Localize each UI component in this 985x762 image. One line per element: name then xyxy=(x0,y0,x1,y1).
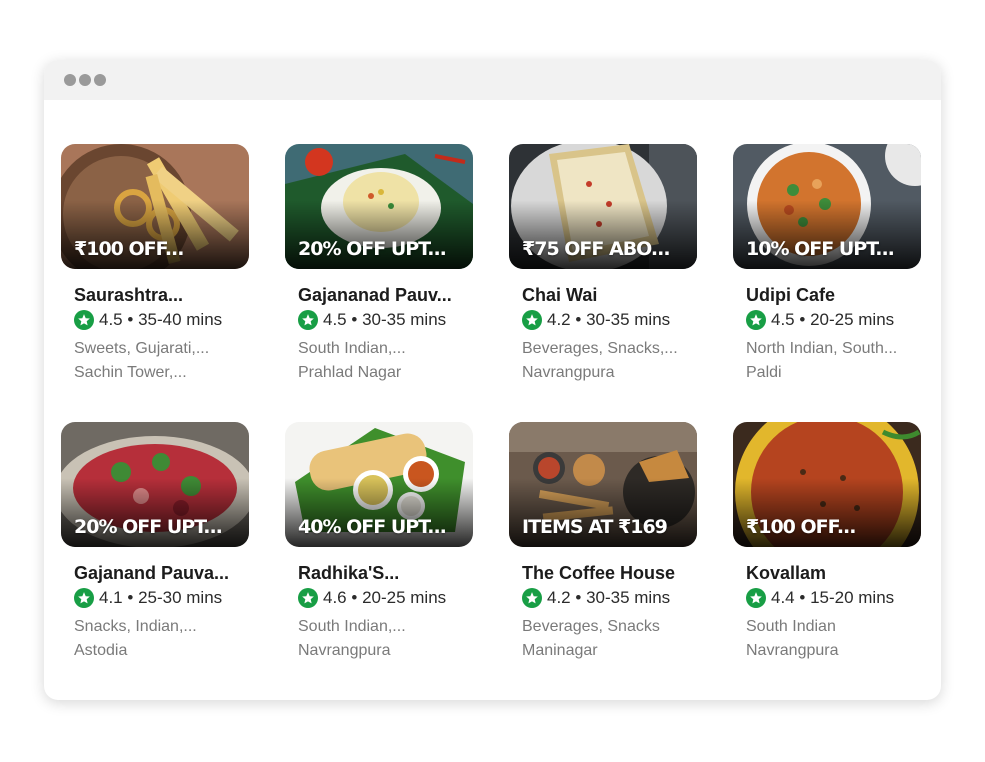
restaurant-card[interactable]: 40% OFF UPT... Radhika'S... 4.6 • 20-25 … xyxy=(285,422,473,662)
offer-label: 20% OFF UPT... xyxy=(74,516,223,538)
area-text: Maninagar xyxy=(522,642,598,659)
restaurant-image[interactable]: ₹100 OFF... xyxy=(733,422,921,547)
restaurant-image[interactable]: ITEMS AT ₹169 xyxy=(509,422,697,547)
separator: • xyxy=(127,588,134,607)
offer-label: ₹75 OFF ABO... xyxy=(522,238,671,260)
star-icon xyxy=(522,310,542,330)
window-dot-icon[interactable] xyxy=(64,74,76,86)
rating-value: 4.5 xyxy=(323,310,347,329)
delivery-time: 15-20 mins xyxy=(810,588,895,607)
cuisine-text: North Indian, South... xyxy=(746,340,898,357)
offer-label: 40% OFF UPT... xyxy=(298,516,447,538)
area-text: Prahlad Nagar xyxy=(298,364,402,381)
cuisine-text: South Indian,... xyxy=(298,340,406,357)
rating-row: 4.5 • 20-25 mins xyxy=(746,310,894,330)
area-text: Astodia xyxy=(74,642,128,659)
restaurant-image[interactable]: 20% OFF UPT... xyxy=(285,144,473,269)
restaurant-card[interactable]: ₹75 OFF ABO... Chai Wai 4.2 • 30-35 mins… xyxy=(509,144,697,384)
restaurant-card[interactable]: 10% OFF UPT... Udipi Cafe 4.5 • 20-25 mi… xyxy=(733,144,921,384)
restaurant-name[interactable]: Gajananad Pauv... xyxy=(298,285,473,306)
restaurant-name[interactable]: Chai Wai xyxy=(522,285,697,306)
separator: • xyxy=(351,310,358,329)
rating-row: 4.2 • 30-35 mins xyxy=(522,310,670,330)
restaurant-name[interactable]: The Coffee House xyxy=(522,563,697,584)
offer-label: 10% OFF UPT... xyxy=(746,238,895,260)
star-icon xyxy=(298,310,318,330)
star-icon xyxy=(298,588,318,608)
star-icon xyxy=(522,588,542,608)
rating-row: 4.4 • 15-20 mins xyxy=(746,588,894,608)
restaurant-image[interactable]: ₹100 OFF... xyxy=(61,144,249,269)
area-text: Navrangpura xyxy=(298,642,391,659)
restaurant-card[interactable]: ₹100 OFF... Saurashtra... 4.5 • 35-40 mi… xyxy=(61,144,249,384)
cuisine-text: Sweets, Gujarati,... xyxy=(74,340,210,357)
rating-row: 4.5 • 30-35 mins xyxy=(298,310,446,330)
separator: • xyxy=(575,588,582,607)
separator: • xyxy=(127,310,134,329)
restaurant-image[interactable]: 40% OFF UPT... xyxy=(285,422,473,547)
offer-label: ₹100 OFF... xyxy=(74,238,184,260)
rating-row: 4.5 • 35-40 mins xyxy=(74,310,222,330)
window-dot-icon[interactable] xyxy=(94,74,106,86)
area-text: Navrangpura xyxy=(746,642,839,659)
restaurant-name[interactable]: Saurashtra... xyxy=(74,285,249,306)
delivery-time: 25-30 mins xyxy=(138,588,223,607)
separator: • xyxy=(351,588,358,607)
rating-row: 4.2 • 30-35 mins xyxy=(522,588,670,608)
restaurant-name[interactable]: Udipi Cafe xyxy=(746,285,921,306)
cuisine-text: South Indian xyxy=(746,618,836,635)
restaurant-name[interactable]: Kovallam xyxy=(746,563,921,584)
rating-value: 4.2 xyxy=(547,310,571,329)
area-text: Sachin Tower,... xyxy=(74,364,187,381)
restaurant-name[interactable]: Gajanand Pauva... xyxy=(74,563,249,584)
cuisine-text: Beverages, Snacks xyxy=(522,618,660,635)
rating-value: 4.6 xyxy=(323,588,347,607)
delivery-time: 30-35 mins xyxy=(362,310,447,329)
separator: • xyxy=(575,310,582,329)
restaurant-card[interactable]: 20% OFF UPT... Gajanand Pauva... 4.1 • 2… xyxy=(61,422,249,662)
rating-value: 4.1 xyxy=(99,588,123,607)
cuisine-text: Beverages, Snacks,... xyxy=(522,340,678,357)
delivery-time: 30-35 mins xyxy=(586,310,671,329)
delivery-time: 35-40 mins xyxy=(138,310,223,329)
browser-window: ₹100 OFF... Saurashtra... 4.5 • 35-40 mi… xyxy=(44,60,941,700)
cuisine-text: South Indian,... xyxy=(298,618,406,635)
rating-value: 4.5 xyxy=(99,310,123,329)
delivery-time: 30-35 mins xyxy=(586,588,671,607)
restaurant-image[interactable]: 20% OFF UPT... xyxy=(61,422,249,547)
restaurant-card[interactable]: ITEMS AT ₹169 The Coffee House 4.2 • 30-… xyxy=(509,422,697,662)
offer-label: ₹100 OFF... xyxy=(746,516,856,538)
window-titlebar xyxy=(44,60,941,100)
star-icon xyxy=(746,310,766,330)
separator: • xyxy=(799,588,806,607)
star-icon xyxy=(74,310,94,330)
star-icon xyxy=(746,588,766,608)
restaurant-card[interactable]: 20% OFF UPT... Gajananad Pauv... 4.5 • 3… xyxy=(285,144,473,384)
offer-label: 20% OFF UPT... xyxy=(298,238,447,260)
delivery-time: 20-25 mins xyxy=(362,588,447,607)
separator: • xyxy=(799,310,806,329)
rating-value: 4.5 xyxy=(771,310,795,329)
area-text: Navrangpura xyxy=(522,364,615,381)
restaurant-image[interactable]: ₹75 OFF ABO... xyxy=(509,144,697,269)
restaurant-image[interactable]: 10% OFF UPT... xyxy=(733,144,921,269)
area-text: Paldi xyxy=(746,364,782,381)
rating-value: 4.4 xyxy=(771,588,795,607)
restaurant-name[interactable]: Radhika'S... xyxy=(298,563,473,584)
rating-row: 4.6 • 20-25 mins xyxy=(298,588,446,608)
delivery-time: 20-25 mins xyxy=(810,310,895,329)
offer-label: ITEMS AT ₹169 xyxy=(522,516,668,538)
restaurant-card[interactable]: ₹100 OFF... Kovallam 4.4 • 15-20 mins So… xyxy=(733,422,921,662)
star-icon xyxy=(74,588,94,608)
rating-value: 4.2 xyxy=(547,588,571,607)
rating-row: 4.1 • 25-30 mins xyxy=(74,588,222,608)
cuisine-text: Snacks, Indian,... xyxy=(74,618,197,635)
window-dot-icon[interactable] xyxy=(79,74,91,86)
